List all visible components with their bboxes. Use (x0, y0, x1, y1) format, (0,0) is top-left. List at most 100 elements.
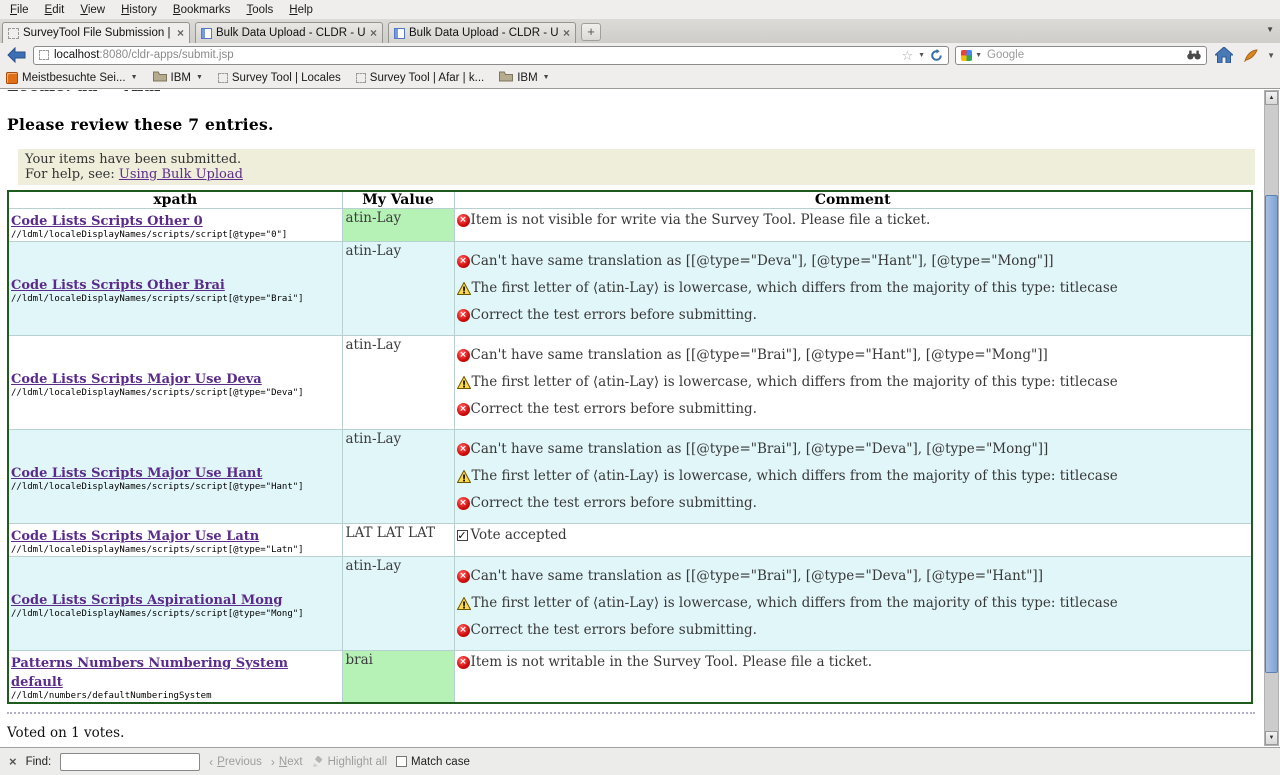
comment-text: Correct the test errors before submittin… (471, 495, 757, 512)
xpath-path: //ldml/numbers/defaultNumberingSystem (11, 691, 340, 701)
bookmark-survey-tool-afar-k[interactable]: Survey Tool | Afar | k... (356, 72, 484, 84)
comment-error: ×Can't have same translation as [[@type=… (457, 253, 1250, 270)
bookmark-star-icon[interactable]: ☆ (901, 49, 913, 62)
tab-close-icon[interactable]: × (177, 28, 184, 39)
tab-close-icon[interactable]: × (370, 28, 377, 39)
bookmark-meistbesuchte-sei[interactable]: Meistbesuchte Sei...▼ (6, 72, 138, 84)
menu-tools[interactable]: Tools (238, 2, 281, 18)
checked-checkbox-icon: ✓ (457, 530, 468, 541)
tab-1[interactable]: SurveyTool File Submission | ...× (2, 22, 190, 43)
comment-text: Item is not writable in the Survey Tool.… (471, 654, 872, 671)
comment-text: Correct the test errors before submittin… (471, 401, 757, 418)
url-text[interactable]: localhost:8080/cldr-apps/submit.jsp (54, 49, 896, 61)
xpath-link[interactable]: Code Lists Scripts Other Brai (11, 278, 225, 293)
tab-close-icon[interactable]: × (563, 28, 570, 39)
vertical-scrollbar[interactable]: ▲ ▼ (1264, 90, 1279, 746)
tab-list-chevron-icon[interactable]: ▼ (1266, 25, 1274, 34)
error-icon: × (457, 309, 470, 322)
comment-warning: !The first letter of ⟨atin-Lay⟩ is lower… (457, 374, 1250, 391)
back-button[interactable] (5, 45, 27, 65)
my-value-cell: brai (342, 651, 454, 704)
reload-icon[interactable] (930, 49, 943, 62)
error-icon: × (457, 214, 470, 227)
feed-button[interactable] (1241, 49, 1261, 62)
bookmark-label: IBM (517, 72, 537, 84)
menu-file[interactable]: File (2, 2, 37, 18)
comment-text: Can't have same translation as [[@type="… (471, 568, 1043, 585)
new-tab-button[interactable]: + (581, 23, 601, 41)
menu-bookmarks[interactable]: Bookmarks (165, 2, 239, 18)
comment-error: ×Correct the test errors before submitti… (457, 495, 1250, 512)
scroll-down-icon[interactable]: ▼ (1265, 731, 1278, 745)
my-value-cell: atin-Lay (342, 557, 454, 651)
url-path: :8080/cldr-apps/submit.jsp (99, 49, 233, 61)
find-close-icon[interactable]: × (9, 754, 17, 769)
submission-notice: Your items have been submitted. For help… (18, 149, 1255, 185)
notice-line1: Your items have been submitted. (25, 152, 1248, 167)
toolbar-overflow-icon[interactable]: ▼ (1267, 51, 1275, 60)
bookmark-survey-tool-locales[interactable]: Survey Tool | Locales (218, 72, 341, 84)
match-case-checkbox[interactable] (396, 756, 407, 767)
scroll-up-icon[interactable]: ▲ (1265, 91, 1278, 105)
column-header-my-value: My Value (342, 191, 454, 209)
warning-icon: ! (457, 597, 471, 610)
error-icon: × (457, 570, 470, 583)
dotted-divider (7, 712, 1255, 714)
my-value-cell: atin-Lay (342, 430, 454, 524)
search-bar[interactable]: ▼ (955, 46, 1207, 65)
bookmark-ibm[interactable]: IBM▼ (153, 71, 203, 85)
find-next-button[interactable]: › Next (271, 755, 303, 769)
comment-text: The first letter of ⟨atin-Lay⟩ is lowerc… (472, 468, 1118, 485)
bookmark-label: Meistbesuchte Sei... (22, 72, 126, 84)
home-button[interactable] (1213, 47, 1235, 63)
xpath-path: //ldml/localeDisplayNames/scripts/script… (11, 545, 340, 555)
menu-view[interactable]: View (72, 2, 113, 18)
match-case-option[interactable]: Match case (396, 756, 470, 768)
menu-history[interactable]: History (113, 2, 165, 18)
search-input[interactable] (985, 48, 1184, 62)
comment-text: Correct the test errors before submittin… (471, 307, 757, 324)
search-go-icon[interactable] (1187, 50, 1201, 60)
tab-3[interactable]: Bulk Data Upload - CLDR - Un...× (388, 22, 576, 43)
bulk-upload-help-link[interactable]: Using Bulk Upload (119, 167, 243, 182)
bookmark-ibm[interactable]: IBM▼ (499, 71, 549, 85)
folder-icon (499, 71, 513, 85)
chevron-left-icon: ‹ (209, 755, 213, 769)
xpath-link[interactable]: Code Lists Scripts Other 0 (11, 214, 203, 229)
tab-2[interactable]: Bulk Data Upload - CLDR - Un...× (195, 22, 383, 43)
find-previous-button[interactable]: ‹ Previous (209, 755, 262, 769)
table-row: Patterns Numbers Numbering System defaul… (8, 651, 1252, 704)
xpath-link[interactable]: Code Lists Scripts Major Use Hant (11, 466, 262, 481)
comment-cell: ×Can't have same translation as [[@type=… (454, 336, 1252, 430)
warning-triangle-icon: ! (457, 597, 471, 610)
xpath-link[interactable]: Patterns Numbers Numbering System defaul… (11, 656, 288, 690)
xpath-link[interactable]: Code Lists Scripts Aspirational Mong (11, 593, 282, 608)
xpath-cell: Code Lists Scripts Major Use Deva//ldml/… (8, 336, 342, 430)
google-icon (961, 50, 972, 61)
menu-help[interactable]: Help (281, 2, 321, 18)
highlight-all-button[interactable]: Highlight all (312, 756, 387, 768)
bookmark-label: Survey Tool | Locales (232, 72, 341, 84)
find-label: Find: (26, 756, 52, 768)
menu-edit[interactable]: Edit (37, 2, 73, 18)
warning-triangle-icon: ! (457, 470, 471, 483)
comment-error: ×Can't have same translation as [[@type=… (457, 441, 1250, 458)
xpath-link[interactable]: Code Lists Scripts Major Use Latn (11, 529, 259, 544)
comment-error: ×Correct the test errors before submitti… (457, 622, 1250, 639)
xpath-cell: Patterns Numbers Numbering System defaul… (8, 651, 342, 704)
comment-warning: !The first letter of ⟨atin-Lay⟩ is lower… (457, 595, 1250, 612)
search-engine-dropdown-icon[interactable]: ▼ (975, 52, 982, 59)
error-icon: × (457, 497, 470, 510)
comment-text: Vote accepted (471, 527, 567, 544)
xpath-link[interactable]: Code Lists Scripts Major Use Deva (11, 372, 262, 387)
my-value-cell: atin-Lay (342, 209, 454, 242)
back-arrow-icon (7, 47, 26, 63)
page-favicon-icon (201, 28, 212, 39)
url-history-dropdown-icon[interactable]: ▼ (918, 52, 925, 59)
address-bar[interactable]: localhost:8080/cldr-apps/submit.jsp ☆ ▼ (33, 46, 949, 65)
clipped-heading: Locale: aa — Afar (7, 90, 1255, 96)
feed-quill-icon (1244, 49, 1258, 62)
find-input[interactable] (60, 753, 200, 771)
xpath-cell: Code Lists Scripts Major Use Latn//ldml/… (8, 524, 342, 557)
scrollbar-thumb[interactable] (1265, 195, 1278, 673)
